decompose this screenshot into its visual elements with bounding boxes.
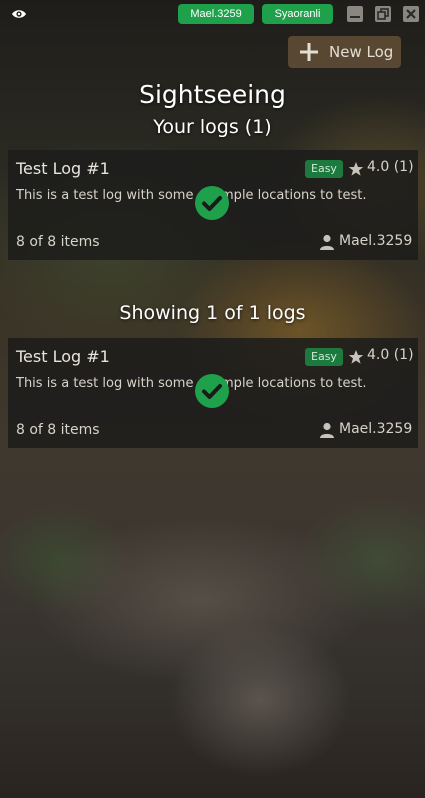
completed-check-icon xyxy=(195,186,229,220)
difficulty-badge: Easy xyxy=(305,348,343,366)
log-rating: 4.0 (1) xyxy=(367,347,414,363)
log-rating: 4.0 (1) xyxy=(367,159,414,175)
top-bar: Mael.3259 Syaoranli xyxy=(0,0,425,30)
showing-count-heading: Showing 1 of 1 logs xyxy=(119,302,306,324)
log-item-count: 8 of 8 items xyxy=(16,234,100,250)
new-log-label: New Log xyxy=(329,43,394,61)
log-author: Mael.3259 xyxy=(339,233,413,249)
page-title: Sightseeing xyxy=(139,80,286,109)
user-icon xyxy=(320,234,334,250)
account-badge-primary[interactable]: Mael.3259 xyxy=(178,4,254,24)
log-author: Mael.3259 xyxy=(339,421,413,437)
log-name: Test Log #1 xyxy=(16,159,110,178)
close-icon xyxy=(406,9,416,19)
close-button[interactable] xyxy=(403,6,419,22)
restore-button[interactable] xyxy=(375,6,391,22)
restore-icon xyxy=(377,8,389,20)
account-badge-secondary[interactable]: Syaoranli xyxy=(262,4,333,24)
star-icon xyxy=(348,162,364,176)
log-name: Test Log #1 xyxy=(16,347,110,366)
difficulty-badge: Easy xyxy=(305,160,343,178)
minimize-button[interactable] xyxy=(347,6,363,22)
new-log-button[interactable]: New Log xyxy=(288,36,401,68)
log-card[interactable]: Test Log #1 Easy 4.0 (1) This is a test … xyxy=(8,338,418,448)
log-description: This is a test log with some example loc… xyxy=(16,188,367,203)
your-logs-heading: Your logs (1) xyxy=(153,116,272,138)
star-icon xyxy=(348,350,364,364)
log-description: This is a test log with some example loc… xyxy=(16,376,367,391)
minimize-icon xyxy=(350,16,360,18)
log-card[interactable]: Test Log #1 Easy 4.0 (1) This is a test … xyxy=(8,150,418,260)
plus-icon xyxy=(300,43,318,61)
completed-check-icon xyxy=(195,374,229,408)
user-icon xyxy=(320,422,334,438)
log-item-count: 8 of 8 items xyxy=(16,422,100,438)
eye-icon[interactable] xyxy=(11,8,27,20)
